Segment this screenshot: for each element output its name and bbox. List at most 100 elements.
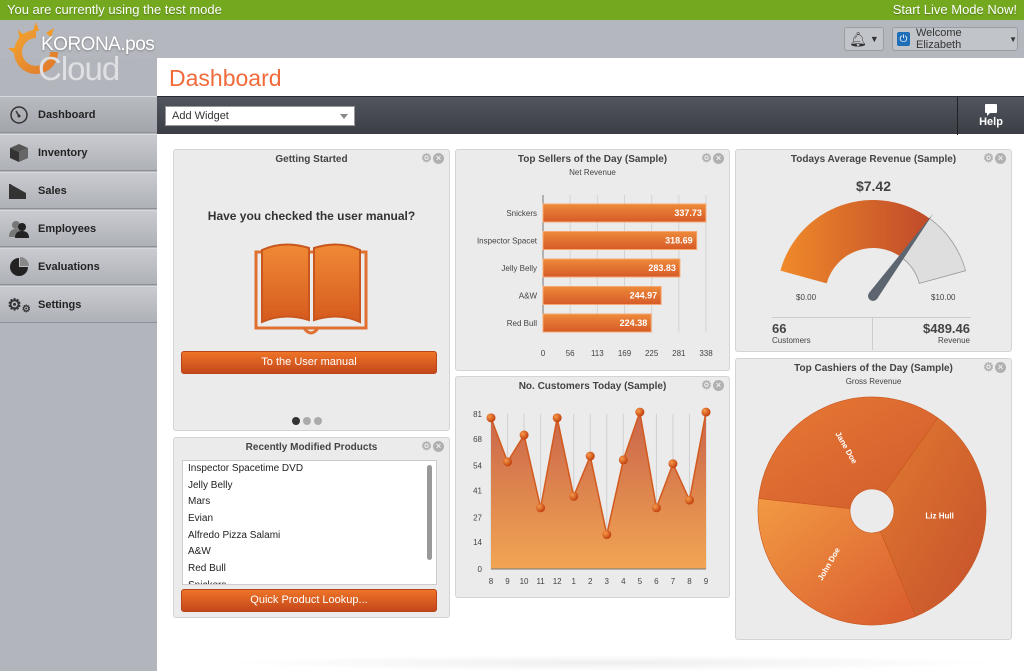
data-label: 224.38 <box>620 318 648 328</box>
carousel-dot[interactable] <box>292 417 300 425</box>
x-tick-label: 4 <box>621 577 626 586</box>
chevron-down-icon <box>340 114 348 119</box>
dashboard-gauge-icon <box>8 104 30 126</box>
people-icon <box>8 218 30 240</box>
data-point <box>503 457 513 467</box>
x-tick-label: 0 <box>541 349 546 358</box>
data-label: 318.69 <box>665 236 693 246</box>
user-menu-button[interactable]: ⏻ Welcome Elizabeth ▼ <box>892 27 1018 51</box>
list-item[interactable]: Mars <box>183 494 436 511</box>
x-tick-label: 5 <box>638 577 643 586</box>
sidebar-item-label: Employees <box>38 222 97 235</box>
revenue-value: $489.46 <box>923 321 970 336</box>
x-tick-label: 11 <box>536 577 545 586</box>
start-live-mode-link[interactable]: Start Live Mode Now! <box>893 0 1017 20</box>
x-tick-label: 9 <box>505 577 510 586</box>
x-tick-label: 3 <box>605 577 610 586</box>
pie-slice <box>757 498 917 626</box>
gear-icon[interactable]: ⚙ <box>421 152 432 164</box>
carousel-dot[interactable] <box>314 417 322 425</box>
x-tick-label: 338 <box>699 349 713 358</box>
x-tick-label: 169 <box>618 349 632 358</box>
y-tick-label: 0 <box>478 565 483 574</box>
box-icon <box>8 142 30 164</box>
sidebar-item-employees[interactable]: Employees <box>0 210 157 247</box>
widget-title: Recently Modified Products <box>245 442 378 453</box>
notifications-button[interactable]: 🔔︎ ▼ <box>844 27 884 51</box>
top-cashiers-chart: Liz HullJohn DoeJane Doe <box>757 396 987 626</box>
data-point <box>618 455 628 465</box>
book-icon <box>254 243 368 335</box>
sidebar-item-label: Evaluations <box>38 260 100 273</box>
x-tick-label: 225 <box>645 349 659 358</box>
y-tick-label: 81 <box>473 410 482 419</box>
sidebar-item-label: Inventory <box>38 146 88 159</box>
x-tick-label: 281 <box>672 349 686 358</box>
category-label: Snickers <box>506 209 537 218</box>
customers-stat: 66 Customers <box>772 321 811 345</box>
list-item[interactable]: Evian <box>183 511 436 528</box>
data-point <box>651 503 661 513</box>
customers-chart: 8 9 10 11 12 1 2 3 4 5 6 7 8 90142741546881 <box>473 407 711 586</box>
korona-logo[interactable]: KORONA.pos Cloud <box>6 22 156 92</box>
carousel-dot[interactable] <box>303 417 311 425</box>
list-item[interactable]: Inspector Spacetime DVD <box>183 461 436 478</box>
divider <box>872 318 873 350</box>
list-item[interactable]: Alfredo Pizza Salami <box>183 528 436 545</box>
add-widget-select[interactable]: Add Widget <box>165 106 355 126</box>
carousel-dots <box>292 417 322 425</box>
x-tick-label: 6 <box>654 577 659 586</box>
product-list[interactable]: Inspector Spacetime DVD Jelly Belly Mars… <box>182 460 437 585</box>
list-item[interactable]: Red Bull <box>183 561 436 578</box>
y-tick-label: 68 <box>473 435 482 444</box>
quick-product-lookup-button[interactable]: Quick Product Lookup... <box>181 589 437 612</box>
category-label: Red Bull <box>507 319 537 328</box>
data-point <box>668 459 678 469</box>
getting-started-widget: Getting Started ⚙ × Have you checked the … <box>173 149 450 431</box>
gauge-max-label: $10.00 <box>931 293 956 302</box>
data-point <box>486 413 496 423</box>
test-mode-text: You are currently using the test mode <box>7 2 222 17</box>
list-item[interactable]: A&W <box>183 544 436 561</box>
x-tick-label: 7 <box>671 577 676 586</box>
sales-icon <box>8 180 30 202</box>
close-icon[interactable]: × <box>433 441 444 452</box>
category-label: Jelly Belly <box>501 264 537 273</box>
data-label: 283.83 <box>648 263 676 273</box>
avg-revenue-widget: Todays Average Revenue (Sample) ⚙ × $7.42… <box>735 149 1012 352</box>
page-title: Dashboard <box>169 65 282 91</box>
data-point <box>701 407 711 417</box>
speech-bubble-icon <box>985 104 997 116</box>
caret-down-icon: ▼ <box>1009 34 1017 44</box>
sidebar-item-settings[interactable]: ⚙ ⚙ Settings <box>0 286 157 323</box>
sidebar-item-evaluations[interactable]: Evaluations <box>0 248 157 285</box>
gear-icon[interactable]: ⚙ <box>421 440 432 452</box>
close-icon[interactable]: × <box>433 153 444 164</box>
data-point <box>519 430 529 440</box>
y-tick-label: 14 <box>473 538 482 547</box>
sidebar-item-dashboard[interactable]: Dashboard <box>0 96 157 133</box>
data-point <box>569 491 579 501</box>
recent-products-widget: Recently Modified Products ⚙ × Inspector … <box>173 437 450 618</box>
data-label: 337.73 <box>674 208 702 218</box>
dashboard-toolbar: Add Widget Help <box>157 96 1024 135</box>
y-tick-label: 41 <box>473 487 482 496</box>
revenue-label: Revenue <box>937 336 970 345</box>
scrollbar[interactable] <box>427 465 432 560</box>
x-tick-label: 10 <box>520 577 529 586</box>
widget-title: Getting Started <box>275 154 348 165</box>
sidebar-item-inventory[interactable]: Inventory <box>0 134 157 171</box>
x-tick-label: 1 <box>571 577 576 586</box>
gauge-needle-hub <box>868 291 878 301</box>
data-point <box>684 495 694 505</box>
sidebar-item-sales[interactable]: Sales <box>0 172 157 209</box>
x-tick-label: 56 <box>566 349 575 358</box>
list-item[interactable]: Jelly Belly <box>183 478 436 495</box>
user-manual-button[interactable]: To the User manual <box>181 351 437 374</box>
data-point <box>536 503 546 513</box>
manual-question: Have you checked the user manual? <box>207 209 416 223</box>
help-button[interactable]: Help <box>957 97 1024 135</box>
pie-chart-icon <box>8 256 30 278</box>
data-point <box>585 451 595 461</box>
list-item[interactable]: Snickers <box>183 578 436 584</box>
